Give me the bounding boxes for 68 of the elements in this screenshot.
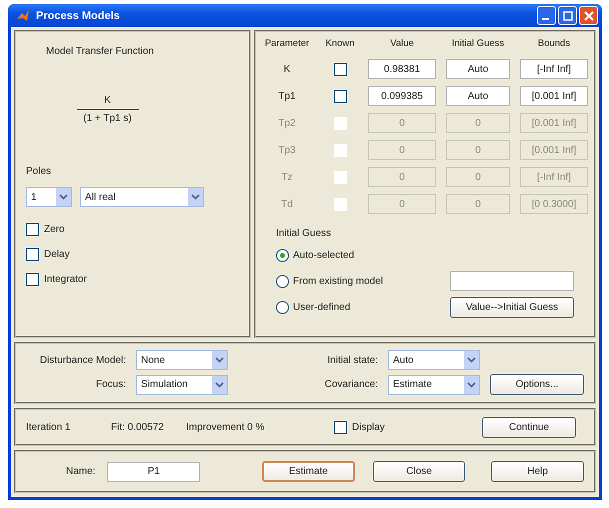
transfer-function-title: Model Transfer Function: [46, 46, 155, 57]
checkbox-label: Integrator: [44, 274, 87, 285]
iteration-text: Iteration 1: [26, 422, 72, 432]
column-header: Bounds: [536, 38, 572, 49]
continue-button[interactable]: Continue: [482, 416, 576, 438]
options-button[interactable]: Options...: [490, 374, 584, 395]
column-header: Parameter: [264, 38, 310, 49]
initial-state-label: Initial state:: [326, 354, 378, 366]
parameter-name: Td: [280, 198, 294, 210]
focus-label: Focus:: [94, 379, 126, 390]
initial-guess-label: Initial Guess: [276, 228, 332, 239]
maximize-button[interactable]: [558, 6, 577, 25]
disturbance-model-label: Disturbance Model:: [38, 354, 126, 366]
improvement-text: Improvement 0 %: [186, 422, 266, 432]
parameter-name: Tp2: [277, 118, 297, 128]
radio-button[interactable]: [276, 248, 289, 262]
initial-guess-field[interactable]: Auto: [446, 86, 510, 106]
name-field[interactable]: P1: [107, 462, 200, 482]
close-icon: [584, 10, 594, 20]
known-checkbox[interactable]: [334, 62, 346, 76]
column-header: Initial Guess: [450, 38, 506, 49]
checkbox[interactable]: [334, 420, 347, 434]
covariance-label: Covariance:: [324, 379, 378, 390]
parameter-name: K: [282, 64, 292, 74]
focus-dropdown[interactable]: Simulation: [136, 374, 228, 394]
checkbox[interactable]: [26, 248, 39, 261]
close-button[interactable]: [579, 6, 598, 25]
dialog-button[interactable]: Estimate: [262, 461, 355, 482]
numerator: K: [104, 95, 111, 106]
model-name-field[interactable]: [450, 271, 574, 291]
value-to-initial-guess-button[interactable]: Value-->Initial Guess: [450, 296, 574, 318]
radio-label: Auto-selected: [293, 250, 354, 260]
radio-label: User-defined: [293, 302, 350, 312]
maximize-icon: [562, 10, 572, 20]
column-header: Value: [389, 38, 415, 49]
radio-button[interactable]: [276, 274, 289, 288]
denominator: (1 + Tp1 s): [83, 113, 132, 124]
minimize-icon: [542, 18, 549, 20]
bounds-field[interactable]: [0.001 Inf]: [520, 86, 588, 106]
window-title: Process Models: [36, 10, 120, 22]
initial-guess-field[interactable]: Auto: [446, 59, 510, 79]
known-checkbox[interactable]: [334, 90, 346, 102]
parameter-name: Tp3: [277, 144, 297, 156]
checkbox[interactable]: [26, 223, 39, 236]
parameter-name: Tz: [280, 172, 294, 182]
covariance-dropdown[interactable]: Estimate: [388, 374, 480, 394]
app-logo-icon: [16, 8, 30, 22]
column-header: Known: [324, 38, 356, 49]
fit-text: Fit: 0.00572: [111, 422, 165, 432]
minimize-button[interactable]: [537, 6, 556, 25]
parameter-name: Tp1: [277, 90, 297, 102]
value-field[interactable]: 0.099385: [368, 86, 436, 106]
checkbox-label: Zero: [44, 224, 65, 235]
dialog-button[interactable]: Close: [372, 461, 466, 482]
radio-label: From existing model: [293, 276, 384, 286]
checkbox-label: Delay: [44, 249, 70, 260]
disturbance-model-dropdown[interactable]: None: [136, 350, 228, 370]
name-label: Name:: [66, 466, 96, 477]
radio-button[interactable]: [276, 300, 289, 314]
pole-type-dropdown[interactable]: All real: [80, 187, 204, 207]
poles-label: Poles: [26, 166, 52, 177]
dialog-button[interactable]: Help: [491, 461, 584, 482]
poles-count-dropdown[interactable]: 1: [26, 187, 72, 207]
checkbox[interactable]: [26, 273, 39, 286]
value-field[interactable]: 0.98381: [368, 59, 436, 79]
checkbox-label: Display: [352, 422, 385, 432]
bounds-field[interactable]: [-Inf Inf]: [520, 59, 588, 79]
initial-state-dropdown[interactable]: Auto: [388, 350, 480, 370]
